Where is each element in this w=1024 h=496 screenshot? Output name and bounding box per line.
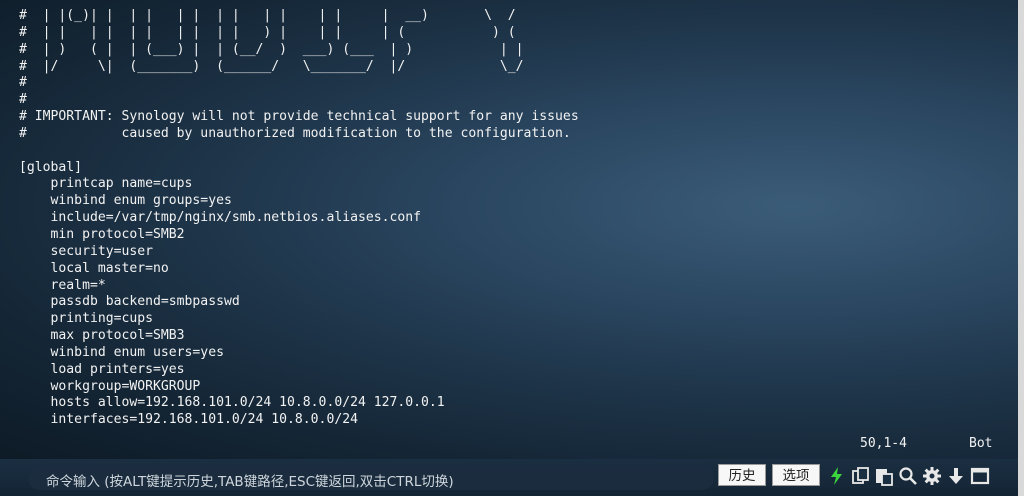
terminal-line: min protocol=SMB2 xyxy=(19,226,185,242)
terminal-line: printing=cups xyxy=(19,311,154,327)
terminal-line: interfaces=192.168.101.0/24 10.8.0.0/24 xyxy=(19,412,358,428)
terminal-line: # |/ \| (_______) (______/ \_______/ |/ … xyxy=(19,58,524,74)
gear-icon[interactable] xyxy=(922,466,942,486)
terminal-line: load printers=yes xyxy=(19,361,185,377)
command-input[interactable]: 命令输入 (按ALT键提示历史,TAB键路径,ESC键返回,双击CTRL切换) xyxy=(28,466,714,490)
terminal-line: # | |(_)| | | | | | | | | | | | | __) \ … xyxy=(19,8,516,23)
command-input-placeholder: 命令输入 (按ALT键提示历史,TAB键路径,ESC键返回,双击CTRL切换) xyxy=(46,474,454,490)
paste-icon[interactable] xyxy=(874,466,894,486)
terminal-screen[interactable]: # | |(_)| | | | | | | | | | | | | __) \ … xyxy=(0,0,1018,459)
download-icon[interactable] xyxy=(946,466,966,486)
terminal-line: # | ) ( | | (___) | | (__/ ) ___) (___ |… xyxy=(19,41,524,57)
terminal-line: # | | | | | | | | | | ) | | | | ( ) ( xyxy=(19,24,516,40)
terminal-line: printcap name=cups xyxy=(19,176,193,192)
terminal-line: # IMPORTANT: Synology will not provide t… xyxy=(19,109,579,125)
terminal-line: include=/var/tmp/nginx/smb.netbios.alias… xyxy=(19,210,422,226)
maximize-icon[interactable] xyxy=(970,466,990,486)
terminal-line: hosts allow=192.168.101.0/24 10.8.0.0/24… xyxy=(19,395,445,411)
terminal-line: workgroup=WORKGROUP xyxy=(19,378,201,394)
terminal-output: # | |(_)| | | | | | | | | | | | | __) \ … xyxy=(19,8,579,429)
terminal-line: max protocol=SMB3 xyxy=(19,328,185,344)
terminal-line: winbind enum groups=yes xyxy=(19,193,232,209)
lightning-icon[interactable] xyxy=(827,466,847,486)
scroll-position-indicator: Bot xyxy=(969,436,993,451)
copy-icon[interactable] xyxy=(851,466,871,486)
terminal-line: security=user xyxy=(19,243,154,259)
terminal-line: # xyxy=(19,75,27,91)
history-button[interactable]: 历史 xyxy=(718,464,766,486)
terminal-line: local master=no xyxy=(19,260,169,276)
cursor-position: 50,1-4 xyxy=(860,436,907,451)
options-button[interactable]: 选项 xyxy=(772,464,820,486)
terminal-line: # xyxy=(19,92,27,108)
terminal-line: # caused by unauthorized modification to… xyxy=(19,125,571,141)
terminal-line: realm=* xyxy=(19,277,106,293)
terminal-line: winbind enum users=yes xyxy=(19,344,224,360)
terminal-line: [global] xyxy=(19,159,83,175)
window-edge xyxy=(1018,0,1024,496)
terminal-line: passdb backend=smbpasswd xyxy=(19,294,240,310)
search-icon[interactable] xyxy=(898,466,918,486)
